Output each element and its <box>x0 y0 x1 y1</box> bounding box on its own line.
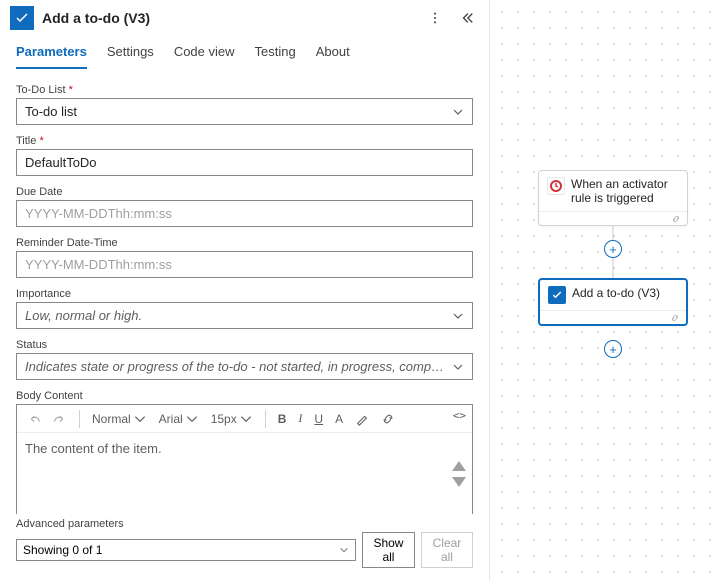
panel-title: Add a to-do (V3) <box>42 10 415 26</box>
configuration-panel: Add a to-do (V3) Parameters Settings Cod… <box>0 0 490 580</box>
link-icon <box>671 214 681 224</box>
importance-select[interactable]: Low, normal or high. <box>16 302 473 329</box>
body-label: Body Content <box>16 390 473 402</box>
trigger-node[interactable]: When an activator rule is triggered <box>538 170 688 226</box>
todo-connector-icon <box>10 6 34 30</box>
collapse-panel-button[interactable] <box>455 6 479 30</box>
parameters-form: To-Do List * To-do list Title * Due Date… <box>0 70 489 514</box>
title-label: Title * <box>16 135 473 147</box>
code-view-toggle[interactable]: <> <box>453 409 466 422</box>
advanced-label: Advanced parameters <box>16 518 473 530</box>
link-button[interactable] <box>377 410 399 428</box>
action-node-label: Add a to-do (V3) <box>572 286 660 300</box>
link-icon <box>670 313 680 323</box>
title-input[interactable] <box>16 149 473 176</box>
underline-button[interactable]: U <box>310 410 327 428</box>
tab-about[interactable]: About <box>316 44 350 69</box>
font-size-select[interactable]: 15px <box>207 410 257 428</box>
tab-testing[interactable]: Testing <box>255 44 296 69</box>
trigger-node-label: When an activator rule is triggered <box>571 177 679 205</box>
todo-list-label: To-Do List * <box>16 84 473 96</box>
scroll-up-button[interactable] <box>452 461 466 471</box>
tab-parameters[interactable]: Parameters <box>16 44 87 69</box>
undo-button[interactable] <box>23 410 45 428</box>
todo-list-select[interactable]: To-do list <box>16 98 473 125</box>
bold-button[interactable]: B <box>274 410 291 428</box>
more-menu-button[interactable] <box>423 6 447 30</box>
advanced-parameters-section: Advanced parameters Showing 0 of 1 Show … <box>0 514 489 580</box>
flow-canvas[interactable]: When an activator rule is triggered + Ad… <box>490 0 715 580</box>
editor-toolbar: Normal Arial 15px B I U A <> <box>17 405 472 433</box>
tab-code-view[interactable]: Code view <box>174 44 235 69</box>
font-color-button[interactable]: A <box>331 410 347 428</box>
due-date-label: Due Date <box>16 186 473 198</box>
reminder-input[interactable] <box>16 251 473 278</box>
add-step-button[interactable]: + <box>604 240 622 258</box>
italic-button[interactable]: I <box>294 409 306 428</box>
redo-button[interactable] <box>49 410 71 428</box>
tab-settings[interactable]: Settings <box>107 44 154 69</box>
rich-text-editor: Normal Arial 15px B I U A <> The content… <box>16 404 473 514</box>
chevron-down-icon <box>452 106 464 118</box>
scroll-down-button[interactable] <box>452 477 466 487</box>
importance-label: Importance <box>16 288 473 300</box>
panel-header: Add a to-do (V3) <box>0 0 489 36</box>
advanced-params-select[interactable]: Showing 0 of 1 <box>16 539 356 561</box>
status-select[interactable]: Indicates state or progress of the to-do… <box>16 353 473 380</box>
show-all-button[interactable]: Show all <box>362 532 415 568</box>
status-label: Status <box>16 339 473 351</box>
font-family-select[interactable]: Arial <box>155 410 203 428</box>
text-style-select[interactable]: Normal <box>88 410 151 428</box>
activator-icon <box>547 177 565 195</box>
chevron-down-icon <box>452 361 464 373</box>
chevron-down-icon <box>452 310 464 322</box>
action-node[interactable]: Add a to-do (V3) <box>538 278 688 326</box>
clear-all-button: Clear all <box>421 532 473 568</box>
tab-list: Parameters Settings Code view Testing Ab… <box>0 36 489 70</box>
highlight-button[interactable] <box>351 410 373 428</box>
reminder-label: Reminder Date-Time <box>16 237 473 249</box>
due-date-input[interactable] <box>16 200 473 227</box>
add-step-button[interactable]: + <box>604 340 622 358</box>
todo-connector-icon <box>548 286 566 304</box>
editor-content[interactable]: The content of the item. <box>17 433 472 514</box>
